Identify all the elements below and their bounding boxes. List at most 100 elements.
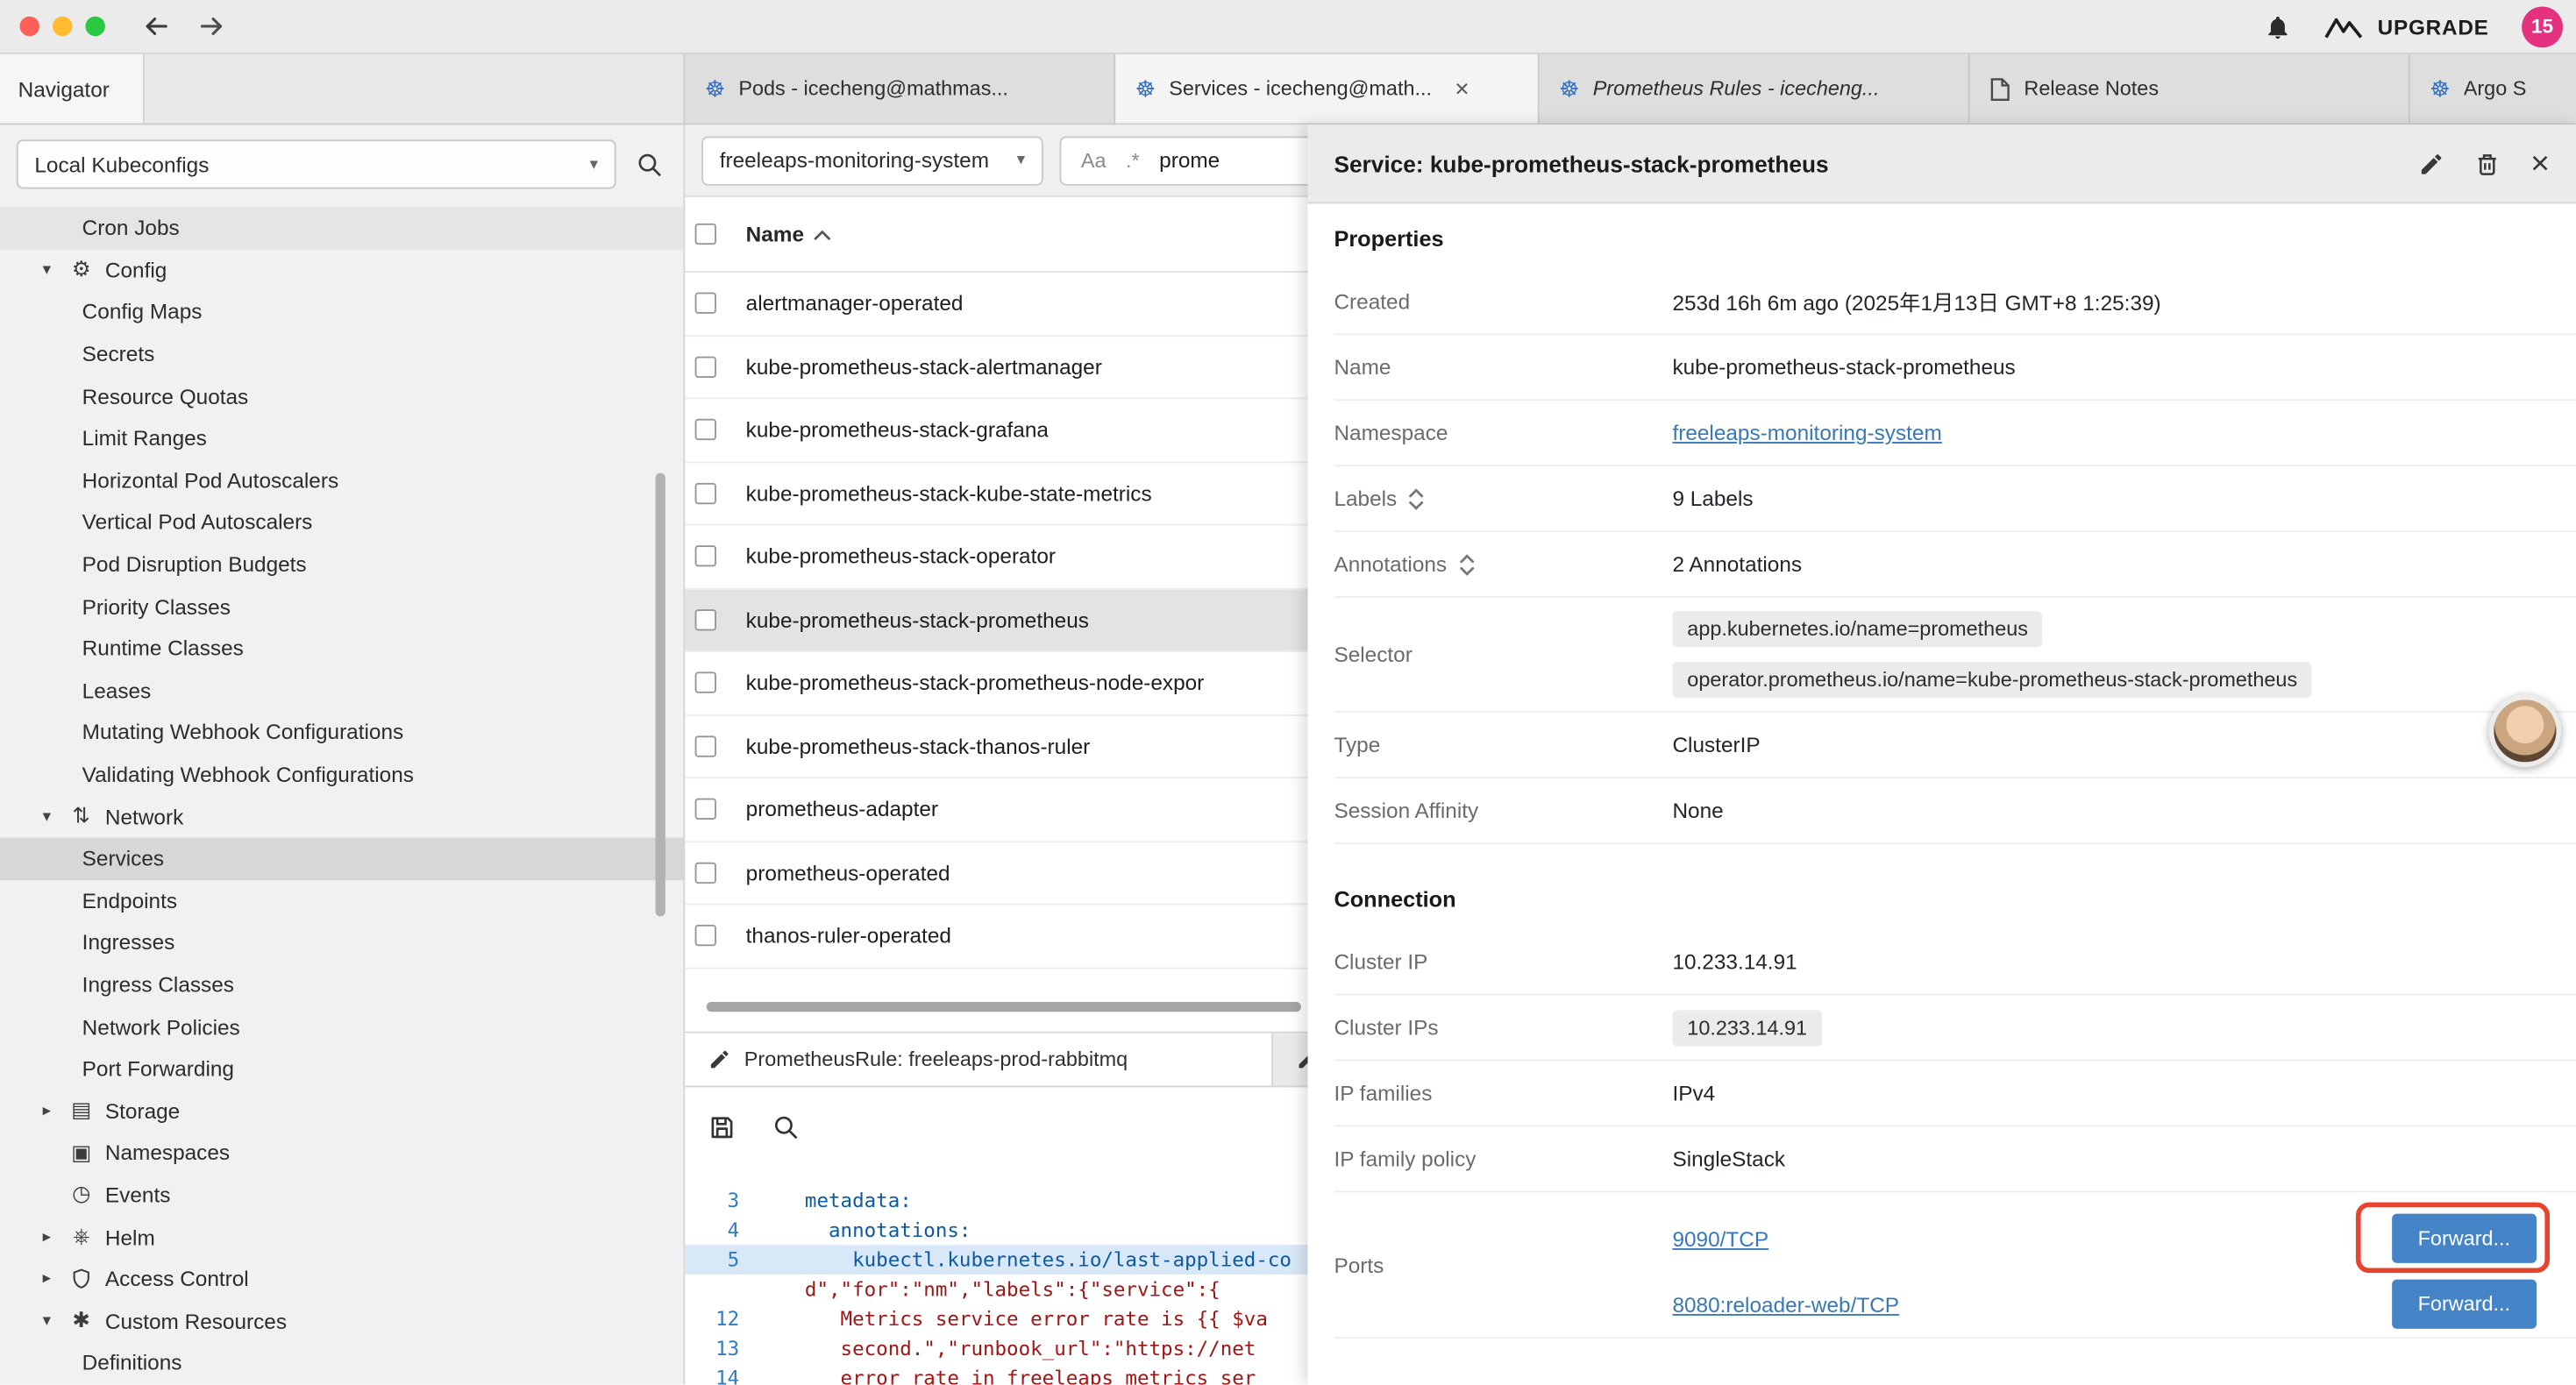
forward-button[interactable]: Forward... [2392, 1214, 2537, 1263]
sidebar-item-leases[interactable]: Leases [0, 670, 683, 712]
sidebar-item-validating-webhook-configurations[interactable]: Validating Webhook Configurations [0, 754, 683, 796]
row-checkbox[interactable] [695, 672, 716, 693]
chevron-down-icon[interactable]: ▾ [36, 1312, 57, 1331]
app-tab-pods-icecheng-mathmas[interactable]: ☸Pods - icecheng@mathmas... [685, 54, 1115, 124]
kubeconfig-select[interactable]: Local Kubeconfigs ▾ [17, 139, 616, 188]
sidebar-item-limit-ranges[interactable]: Limit Ranges [0, 417, 683, 459]
row-checkbox[interactable] [695, 609, 716, 630]
sidebar-item-access-control[interactable]: ▸Access Control [0, 1258, 683, 1300]
sidebar-item-cron-jobs[interactable]: Cron Jobs [0, 207, 683, 249]
notification-count-badge[interactable]: 15 [2522, 6, 2563, 47]
forward-arrow-icon[interactable] [197, 11, 227, 41]
sidebar-item-endpoints[interactable]: Endpoints [0, 879, 683, 921]
namespace-select[interactable]: freeleaps-monitoring-system ▾ [701, 136, 1043, 185]
sidebar-item-storage[interactable]: ▸▤Storage [0, 1090, 683, 1132]
horizontal-scrollbar[interactable] [707, 1002, 1301, 1012]
chevron-down-icon[interactable]: ▾ [36, 261, 57, 280]
row-checkbox[interactable] [695, 862, 716, 883]
close-icon[interactable]: × [2530, 147, 2550, 180]
detail-row-cluster-ip: Cluster IP10.233.14.91 [1334, 930, 2576, 996]
notification-bell-icon[interactable] [2264, 12, 2292, 40]
app-window: UPGRADE 15 Navigator ☸Pods - icecheng@ma… [0, 0, 2576, 1385]
app-tab-prometheus-rules-icecheng[interactable]: ☸Prometheus Rules - icecheng... [1540, 54, 1970, 124]
port-link[interactable]: 9090/TCP [1672, 1226, 1768, 1251]
row-checkbox[interactable] [695, 799, 716, 820]
edit-icon[interactable] [2419, 150, 2445, 176]
chevron-right-icon[interactable]: ▸ [36, 1228, 57, 1246]
service-name: kube-prometheus-stack-thanos-ruler [746, 734, 1091, 758]
sidebar-item-namespaces[interactable]: ▣Namespaces [0, 1132, 683, 1174]
sidebar-toolbar: Local Kubeconfigs ▾ [0, 124, 683, 203]
sidebar-item-vertical-pod-autoscalers[interactable]: Vertical Pod Autoscalers [0, 501, 683, 543]
app-tab-services-icecheng-math[interactable]: ☸Services - icecheng@math...× [1115, 54, 1539, 124]
sidebar-item-config-maps[interactable]: Config Maps [0, 291, 683, 333]
detail-label: Selector [1334, 643, 1672, 667]
editor-search-icon[interactable] [772, 1112, 801, 1140]
sidebar-item-config[interactable]: ▾⚙Config [0, 249, 683, 291]
sidebar-item-runtime-classes[interactable]: Runtime Classes [0, 628, 683, 670]
sidebar-item-secrets[interactable]: Secrets [0, 333, 683, 375]
unfold-icon[interactable] [1458, 553, 1475, 576]
sidebar-item-custom-resources[interactable]: ▾✱Custom Resources [0, 1300, 683, 1342]
back-arrow-icon[interactable] [141, 11, 171, 41]
forward-button[interactable]: Forward... [2392, 1280, 2537, 1329]
maximize-window-button[interactable] [85, 17, 104, 36]
row-checkbox[interactable] [695, 735, 716, 756]
sidebar-item-helm[interactable]: ▸⎈Helm [0, 1216, 683, 1258]
match-case-toggle[interactable]: Aa [1081, 149, 1107, 172]
app-tab-release-notes[interactable]: Release Notes [1970, 54, 2410, 124]
navigator-tab[interactable]: Navigator [0, 54, 145, 124]
service-name: prometheus-adapter [746, 797, 938, 821]
row-checkbox[interactable] [695, 482, 716, 503]
sidebar-item-mutating-webhook-configurations[interactable]: Mutating Webhook Configurations [0, 712, 683, 754]
row-checkbox[interactable] [695, 925, 716, 946]
row-checkbox[interactable] [695, 293, 716, 314]
editor-tab-prometheusrule-freeleaps-prod-rabbitmq[interactable]: PrometheusRule: freeleaps-prod-rabbitmq [685, 1033, 1273, 1086]
custom-resources-icon: ✱ [68, 1308, 96, 1334]
sidebar-item-horizontal-pod-autoscalers[interactable]: Horizontal Pod Autoscalers [0, 459, 683, 501]
sidebar-item-ingresses[interactable]: Ingresses [0, 921, 683, 963]
chevron-down-icon[interactable]: ▾ [36, 807, 57, 826]
sidebar-item-network-policies[interactable]: Network Policies [0, 1005, 683, 1048]
code-text: annotations: [758, 1216, 971, 1246]
port-link[interactable]: 8080:reloader-web/TCP [1672, 1292, 1899, 1317]
line-number: 13 [685, 1333, 757, 1363]
sidebar-scrollbar[interactable] [656, 473, 665, 917]
detail-row-annotations: Annotations2 Annotations [1334, 532, 2576, 598]
app-tab-argo-s[interactable]: ☸Argo S [2410, 54, 2576, 124]
row-checkbox[interactable] [695, 356, 716, 377]
chevron-right-icon[interactable]: ▸ [36, 1270, 57, 1289]
sidebar-item-ingress-classes[interactable]: Ingress Classes [0, 963, 683, 1005]
unfold-icon[interactable] [1408, 487, 1425, 510]
sidebar-item-events[interactable]: ◷Events [0, 1174, 683, 1216]
delete-icon[interactable] [2474, 150, 2501, 176]
sort-asc-icon[interactable] [814, 228, 832, 241]
sidebar-item-label: Definitions [82, 1351, 182, 1375]
upgrade-button[interactable]: UPGRADE [2325, 14, 2489, 39]
row-checkbox[interactable] [695, 419, 716, 440]
regex-toggle[interactable]: .* [1126, 149, 1140, 172]
sidebar-item-label: Leases [82, 678, 152, 703]
minimize-window-button[interactable] [53, 17, 72, 36]
save-icon[interactable] [708, 1112, 737, 1140]
topbar-right: UPGRADE 15 [2264, 6, 2556, 47]
select-all-checkbox[interactable] [695, 224, 716, 245]
sidebar-item-port-forwarding[interactable]: Port Forwarding [0, 1048, 683, 1090]
sidebar-item-label: Network [105, 804, 183, 828]
sidebar-item-services[interactable]: Services [0, 837, 683, 879]
sidebar-item-network[interactable]: ▾⇅Network [0, 795, 683, 837]
sidebar-item-label: Mutating Webhook Configurations [82, 720, 404, 744]
close-tab-icon[interactable]: × [1455, 76, 1469, 101]
sidebar-item-definitions[interactable]: Definitions [0, 1342, 683, 1384]
row-checkbox[interactable] [695, 546, 716, 567]
search-icon[interactable] [636, 150, 664, 178]
sidebar-item-priority-classes[interactable]: Priority Classes [0, 586, 683, 628]
namespace-link[interactable]: freeleaps-monitoring-system [1672, 421, 1941, 445]
sidebar-item-resource-quotas[interactable]: Resource Quotas [0, 375, 683, 417]
column-header-name[interactable]: Name [746, 222, 804, 246]
sidebar-item-pod-disruption-budgets[interactable]: Pod Disruption Budgets [0, 543, 683, 586]
chevron-right-icon[interactable]: ▸ [36, 1102, 57, 1120]
detail-value: 10.233.14.91 [1672, 949, 1797, 974]
close-window-button[interactable] [19, 17, 39, 36]
events-icon: ◷ [68, 1182, 96, 1208]
